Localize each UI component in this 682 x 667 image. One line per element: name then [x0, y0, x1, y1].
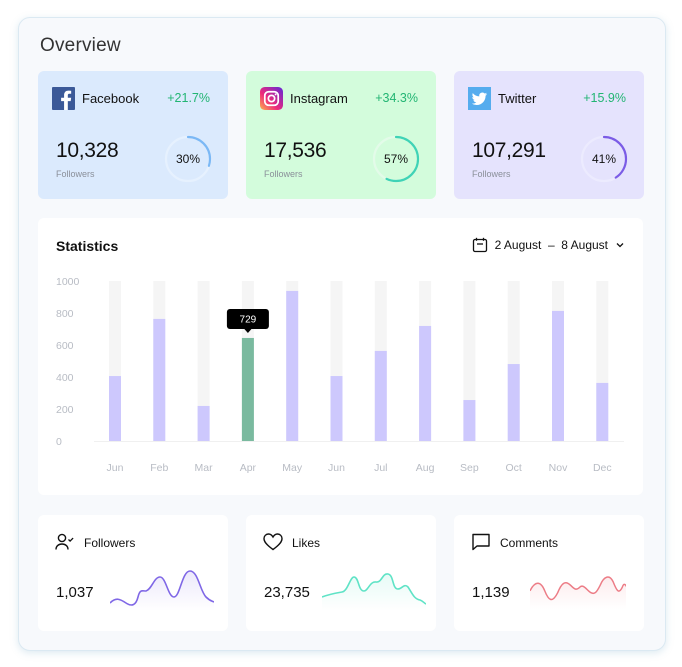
- x-tick-label: Mar: [195, 462, 214, 474]
- bar[interactable]: [419, 325, 432, 441]
- followers-label: Followers: [56, 169, 95, 179]
- bar[interactable]: [153, 318, 166, 441]
- progress-ring: 57%: [372, 135, 420, 183]
- network-name: Facebook: [82, 91, 140, 106]
- bar[interactable]: [197, 405, 210, 441]
- followers-count: 107,291: [472, 139, 546, 162]
- change-badge: +21.7%: [167, 91, 210, 105]
- heart-icon: [263, 533, 283, 551]
- y-tick-label: 600: [56, 340, 74, 352]
- tooltip-value: 729: [240, 314, 257, 325]
- x-tick-label: Oct: [506, 462, 522, 474]
- y-tick-label: 1000: [56, 276, 80, 288]
- bar[interactable]: [507, 364, 520, 441]
- twitter-logo-icon: [468, 87, 491, 110]
- followers-count: 17,536: [264, 139, 327, 162]
- followers-sparkline: [110, 570, 214, 611]
- facebook-logo-icon: [52, 87, 75, 110]
- bar-chart: 0 200 400 600 800 1000 Jun Feb Mar Apr 729 May Jun Ju…: [56, 276, 624, 474]
- likes-metric-card[interactable]: Likes 23,735: [246, 515, 436, 631]
- date-range-picker[interactable]: 2 August – 8 August: [472, 237, 625, 253]
- bar-highlighted[interactable]: [241, 337, 254, 441]
- metric-label: Followers: [84, 536, 136, 550]
- metric-value: 23,735: [264, 584, 310, 601]
- y-tick-label: 400: [56, 372, 74, 384]
- x-tick-label: Apr: [240, 462, 257, 474]
- percent-label: 57%: [383, 152, 409, 166]
- followers-metric-card[interactable]: Followers 1,037: [38, 515, 228, 631]
- page-title: Overview: [40, 35, 121, 56]
- comments-sparkline: [530, 576, 626, 610]
- x-tick-label: Aug: [416, 462, 435, 474]
- instagram-logo-icon: [260, 87, 283, 110]
- y-tick-label: 800: [56, 308, 74, 320]
- twitter-card[interactable]: Twitter +15.9% 107,291 Followers 41%: [454, 71, 644, 199]
- x-tick-label: May: [282, 462, 303, 474]
- bar[interactable]: [463, 400, 476, 441]
- x-tick-label: Feb: [150, 462, 168, 474]
- bar[interactable]: [286, 290, 299, 441]
- x-tick-label: Nov: [549, 462, 568, 474]
- user-check-icon: [55, 533, 74, 550]
- statistics-card: Statistics 2 August – 8 August 0 200 400 60…: [38, 218, 643, 495]
- percent-label: 30%: [175, 152, 201, 166]
- percent-label: 41%: [591, 152, 617, 166]
- change-badge: +15.9%: [583, 91, 626, 105]
- bar[interactable]: [596, 382, 609, 441]
- bar[interactable]: [330, 376, 343, 441]
- network-name: Instagram: [290, 91, 348, 106]
- y-tick-label: 0: [56, 436, 62, 448]
- chevron-down-icon: [616, 243, 624, 248]
- instagram-card[interactable]: Instagram +34.3% 17,536 Followers 57%: [246, 71, 436, 199]
- bar[interactable]: [552, 310, 564, 441]
- comment-icon: [472, 533, 490, 551]
- metric-value: 1,139: [472, 584, 510, 601]
- x-tick-label: Sep: [460, 462, 479, 474]
- y-tick-label: 200: [56, 404, 74, 416]
- progress-ring: 30%: [164, 135, 212, 183]
- x-tick-label: Jul: [374, 462, 387, 474]
- date-range-label: 2 August – 8 August: [494, 238, 608, 252]
- followers-count: 10,328: [56, 139, 119, 162]
- metric-label: Comments: [500, 536, 559, 550]
- x-tick-label: Jun: [328, 462, 345, 474]
- likes-sparkline: [322, 573, 426, 611]
- sparkline-area: [530, 577, 626, 610]
- overview-panel: Overview Facebook +21.7% 10,328 Follower…: [18, 17, 666, 651]
- calendar-icon: [472, 237, 487, 253]
- metric-value: 1,037: [56, 584, 94, 601]
- x-tick-label: Jun: [107, 462, 124, 474]
- facebook-card[interactable]: Facebook +21.7% 10,328 Followers 30%: [38, 71, 228, 199]
- statistics-title: Statistics: [56, 238, 119, 254]
- progress-ring: 41%: [580, 135, 628, 183]
- followers-label: Followers: [264, 169, 303, 179]
- bar[interactable]: [109, 376, 121, 441]
- metric-label: Likes: [292, 536, 321, 550]
- change-badge: +34.3%: [375, 91, 418, 105]
- comments-metric-card[interactable]: Comments 1,139: [454, 515, 644, 631]
- followers-label: Followers: [472, 169, 511, 179]
- x-tick-label: Dec: [593, 462, 612, 474]
- network-name: Twitter: [498, 91, 537, 106]
- bar[interactable]: [374, 350, 387, 441]
